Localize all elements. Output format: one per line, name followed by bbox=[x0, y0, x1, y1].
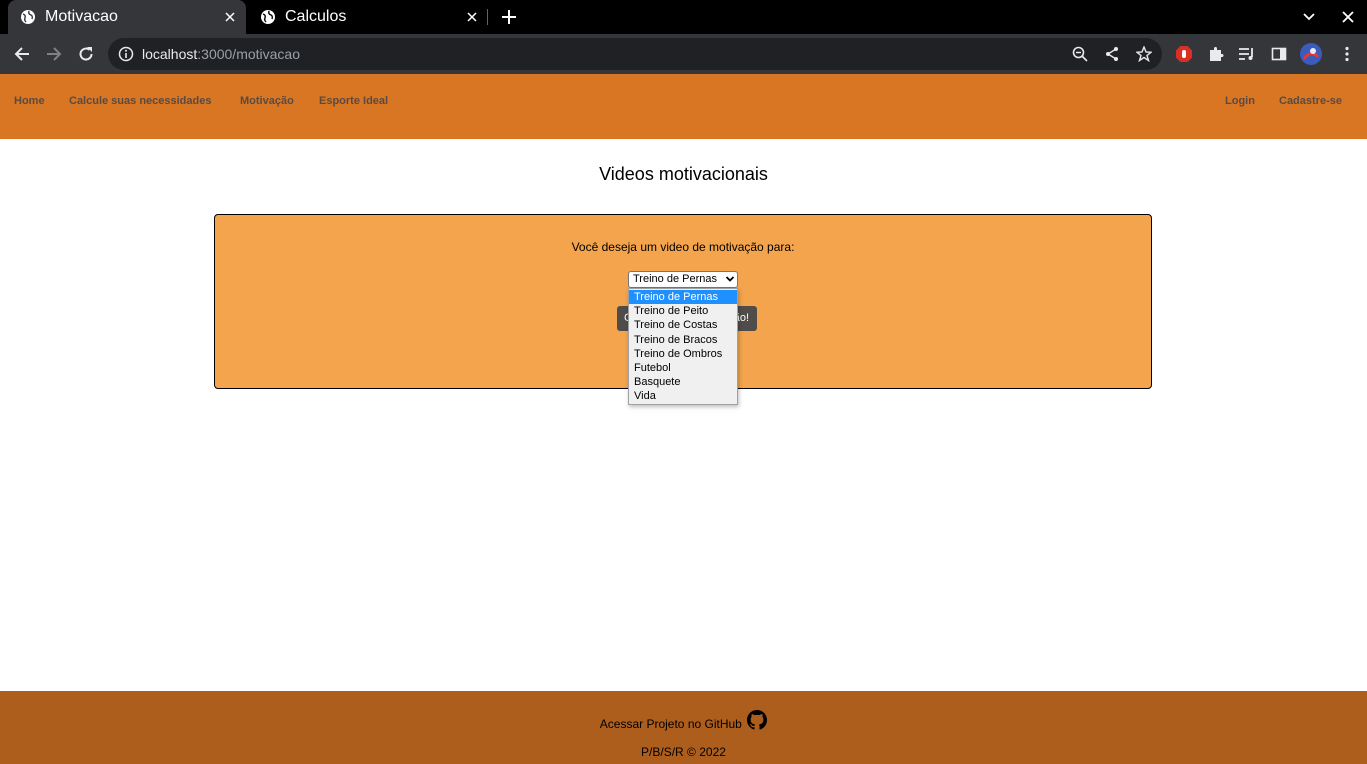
url-host: localhost bbox=[142, 46, 198, 62]
select-value: Treino de Pernas bbox=[633, 273, 717, 285]
select-option[interactable]: Treino de Peito bbox=[629, 304, 737, 318]
tab-title: Calculos bbox=[285, 8, 347, 25]
nav-link-cadastre[interactable]: Cadastre-se bbox=[1279, 95, 1342, 107]
site-navbar: Home Calcule suas necessidades Motivação… bbox=[0, 74, 1367, 139]
browser-toolbar: localhost:3000/motivacao bbox=[0, 34, 1367, 74]
reading-list-icon[interactable] bbox=[1235, 42, 1259, 66]
extensions-puzzle-icon[interactable] bbox=[1204, 42, 1228, 66]
select-dropdown-list: Treino de Pernas Treino de Peito Treino … bbox=[628, 288, 738, 405]
tab-search-chevron-icon[interactable] bbox=[1297, 5, 1321, 29]
url-path: :3000/motivacao bbox=[197, 46, 300, 62]
select-option[interactable]: Basquete bbox=[629, 375, 737, 389]
chevron-down-icon bbox=[725, 276, 735, 282]
adblock-extension-icon[interactable] bbox=[1172, 42, 1196, 66]
nav-link-esporte-ideal[interactable]: Esporte Ideal bbox=[319, 95, 388, 107]
tab-title: Motivacao bbox=[45, 8, 118, 25]
profile-avatar-icon[interactable] bbox=[1299, 42, 1323, 66]
tab-motivacao[interactable]: Motivacao bbox=[8, 0, 246, 34]
github-link[interactable]: Acessar Projeto no GitHub bbox=[0, 710, 1367, 731]
url-text: localhost:3000/motivacao bbox=[142, 46, 300, 62]
nav-link-home[interactable]: Home bbox=[14, 95, 45, 107]
bookmark-star-icon[interactable] bbox=[1134, 44, 1154, 64]
back-icon[interactable] bbox=[8, 40, 36, 68]
zoom-icon[interactable] bbox=[1070, 44, 1090, 64]
close-icon[interactable] bbox=[460, 5, 484, 29]
tab-calculos[interactable]: Calculos bbox=[248, 0, 488, 34]
select-option[interactable]: Treino de Ombros bbox=[629, 347, 737, 361]
info-icon[interactable] bbox=[118, 46, 134, 62]
select-option[interactable]: Treino de Costas bbox=[629, 318, 737, 332]
footer-copyright: P/B/S/R © 2022 bbox=[641, 745, 726, 759]
globe-icon bbox=[261, 10, 275, 24]
select-option[interactable]: Treino de Pernas bbox=[629, 290, 737, 305]
globe-icon bbox=[21, 10, 35, 24]
video-type-select[interactable]: Treino de Pernas bbox=[628, 271, 738, 288]
share-icon[interactable] bbox=[1102, 44, 1122, 64]
window-close-icon[interactable] bbox=[1336, 5, 1360, 29]
page-title: Videos motivacionais bbox=[599, 164, 768, 184]
site-footer: Acessar Projeto no GitHub P/B/S/R © 2022 bbox=[0, 691, 1367, 764]
reload-icon[interactable] bbox=[72, 40, 100, 68]
tab-divider bbox=[487, 9, 488, 25]
github-icon[interactable] bbox=[747, 710, 768, 730]
nav-link-calcule[interactable]: Calcule suas necessidades bbox=[69, 95, 211, 107]
more-menu-icon[interactable] bbox=[1335, 42, 1359, 66]
browser-tab-strip: Motivacao Calculos bbox=[0, 0, 1367, 34]
forward-icon[interactable] bbox=[40, 40, 68, 68]
nav-link-motivacao[interactable]: Motivação bbox=[240, 95, 294, 107]
address-bar[interactable]: localhost:3000/motivacao bbox=[108, 38, 1162, 70]
select-option[interactable]: Vida bbox=[629, 389, 737, 403]
nav-link-login[interactable]: Login bbox=[1225, 95, 1255, 107]
close-icon[interactable] bbox=[218, 5, 242, 29]
video-question-label: Você deseja um video de motivação para: bbox=[571, 240, 795, 254]
select-option[interactable]: Futebol bbox=[629, 361, 737, 375]
new-tab-icon[interactable] bbox=[497, 5, 521, 29]
github-link-text: Acessar Projeto no GitHub bbox=[599, 717, 742, 731]
side-panel-icon[interactable] bbox=[1267, 42, 1291, 66]
select-option[interactable]: Treino de Bracos bbox=[629, 333, 737, 347]
